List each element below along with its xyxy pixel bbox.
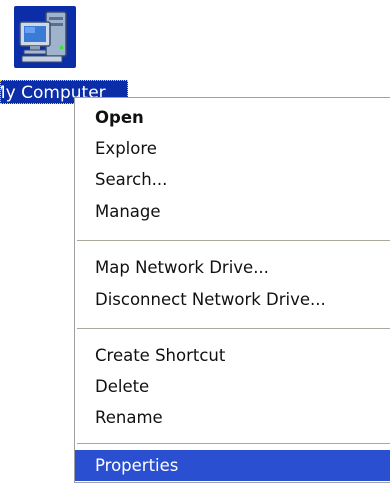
menu-item-delete[interactable]: Delete (75, 371, 390, 402)
menu-item-create-shortcut[interactable]: Create Shortcut (75, 340, 390, 371)
menu-separator (77, 443, 390, 444)
context-menu: Open Explore Search... Manage Map Networ… (74, 97, 390, 483)
menu-item-disconnect-network-drive[interactable]: Disconnect Network Drive... (75, 284, 390, 315)
menu-separator (77, 328, 390, 329)
menu-item-rename[interactable]: Rename (75, 402, 390, 433)
menu-item-map-network-drive[interactable]: Map Network Drive... (75, 252, 390, 283)
menu-item-properties[interactable]: Properties (75, 450, 390, 481)
desktop-icon-my-computer[interactable]: My Computer (0, 0, 132, 111)
desktop: My Computer Open Explore Search... Manag… (0, 0, 390, 483)
menu-item-open[interactable]: Open (75, 102, 390, 133)
menu-separator (77, 240, 390, 241)
my-computer-icon (19, 11, 67, 63)
menu-item-manage[interactable]: Manage (75, 196, 390, 227)
menu-item-explore[interactable]: Explore (75, 133, 390, 164)
menu-item-search[interactable]: Search... (75, 164, 390, 195)
